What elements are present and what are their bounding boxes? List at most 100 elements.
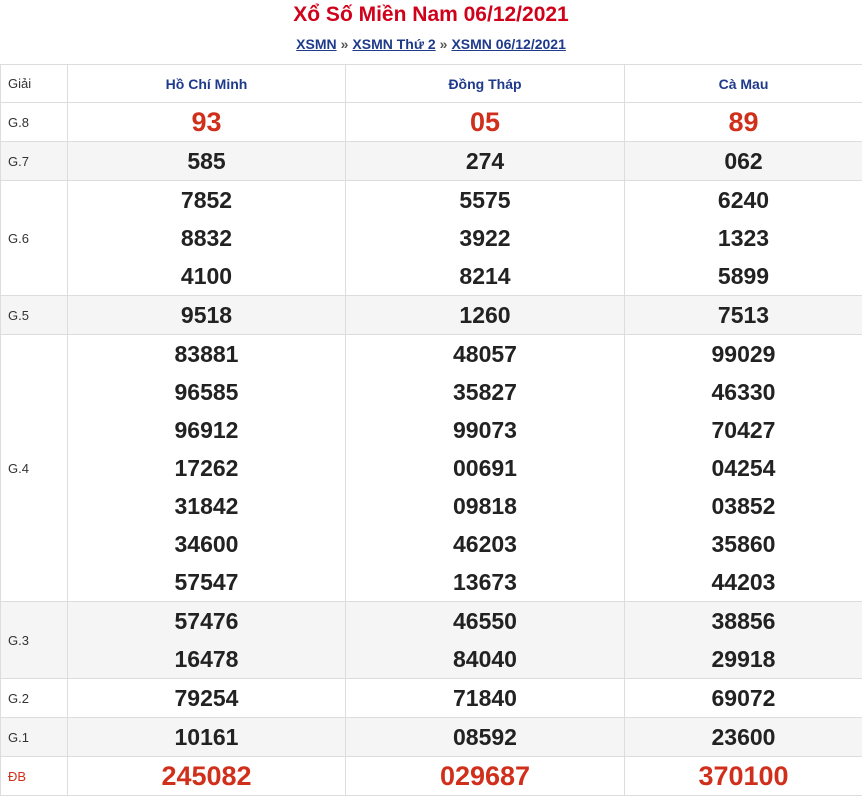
prize-cell: 99029 46330 70427 04254 03852 35860 44203 <box>624 334 862 602</box>
table-header-row: Giải Hồ Chí Minh Đồng Tháp Cà Mau <box>0 64 862 103</box>
lottery-number: 8214 <box>459 263 511 289</box>
prize-cell: 585 <box>67 141 346 181</box>
breadcrumb-link-xsmn-thu2[interactable]: XSMN Thứ 2 <box>352 36 435 52</box>
prize-cell: 05 <box>345 102 625 142</box>
table-row: ĐB 245082 029687 370100 <box>0 756 862 796</box>
lottery-number: 8832 <box>180 225 233 251</box>
province-header-ho-chi-minh[interactable]: Hồ Chí Minh <box>67 64 346 103</box>
prize-cell: 83881 96585 96912 17262 31842 34600 57547 <box>67 334 346 602</box>
prize-cell: 38856 29918 <box>624 601 862 679</box>
prize-cell: 08592 <box>345 717 625 757</box>
lottery-number: 3922 <box>459 225 511 251</box>
breadcrumb: XSMN» XSMN Thứ 2» XSMN 06/12/2021 <box>0 30 862 58</box>
lottery-number: 062 <box>724 148 763 174</box>
prize-cell: 69072 <box>624 678 862 718</box>
lottery-number: 44203 <box>711 569 776 595</box>
prize-cell: 6240 1323 5899 <box>624 180 862 296</box>
prize-cell: 7852 8832 4100 <box>67 180 346 296</box>
prize-cell: 5575 3922 8214 <box>345 180 625 296</box>
breadcrumb-separator: » <box>439 36 448 52</box>
lottery-number: 84040 <box>453 646 517 672</box>
prize-cell: 89 <box>624 102 862 142</box>
prize-cell: 062 <box>624 141 862 181</box>
lottery-number: 274 <box>465 148 505 174</box>
lottery-number: 09818 <box>453 493 517 519</box>
lottery-number: 029687 <box>439 761 531 791</box>
prize-label: G.5 <box>0 295 68 335</box>
prize-cell: 48057 35827 99073 00691 09818 46203 13673 <box>345 334 625 602</box>
lottery-number: 34600 <box>174 531 239 557</box>
lottery-number: 13673 <box>453 569 517 595</box>
lottery-number: 79254 <box>174 685 239 711</box>
prize-label: ĐB <box>0 756 68 796</box>
lottery-number: 31842 <box>174 493 239 519</box>
lottery-number: 03852 <box>711 493 776 519</box>
prize-cell: 245082 <box>67 756 346 796</box>
lottery-number: 370100 <box>698 761 789 791</box>
prize-cell: 7513 <box>624 295 862 335</box>
table-row: G.2 79254 71840 69072 <box>0 678 862 718</box>
table-row: G.3 57476 16478 46550 84040 38856 29918 <box>0 601 862 679</box>
prize-cell: 23600 <box>624 717 862 757</box>
lottery-number: 83881 <box>174 341 239 367</box>
lottery-number: 7513 <box>717 302 770 328</box>
lottery-number: 7852 <box>180 187 233 213</box>
lottery-number: 245082 <box>161 761 252 791</box>
lottery-number: 57547 <box>174 569 239 595</box>
lottery-number: 35860 <box>711 531 776 557</box>
prize-cell: 029687 <box>345 756 625 796</box>
lottery-number: 46203 <box>453 531 517 557</box>
lottery-number: 35827 <box>453 379 517 405</box>
lottery-number: 00691 <box>453 455 517 481</box>
lottery-number: 38856 <box>711 608 776 634</box>
lottery-number: 96585 <box>174 379 239 405</box>
province-header-ca-mau[interactable]: Cà Mau <box>624 64 862 103</box>
prize-cell: 93 <box>67 102 346 142</box>
prize-label: G.8 <box>0 102 68 142</box>
prize-label: G.2 <box>0 678 68 718</box>
prize-label: G.1 <box>0 717 68 757</box>
prize-cell: 1260 <box>345 295 625 335</box>
lottery-number: 71840 <box>453 685 517 711</box>
prize-label: G.7 <box>0 141 68 181</box>
lottery-number: 6240 <box>717 187 770 213</box>
table-row: G.4 83881 96585 96912 17262 31842 34600 57547 48… <box>0 334 862 602</box>
table-row: G.8 93 05 89 <box>0 102 862 142</box>
lottery-number: 04254 <box>711 455 776 481</box>
prize-cell: 9518 <box>67 295 346 335</box>
results-body: G.8 93 05 89 G.7 585 274 062 G.6 7852 8832 4100 5575… <box>0 102 862 796</box>
table-row: G.5 9518 1260 7513 <box>0 295 862 335</box>
lottery-number: 9518 <box>180 302 233 328</box>
lottery-number: 89 <box>728 107 759 137</box>
lottery-number: 70427 <box>711 417 776 443</box>
prize-column-header: Giải <box>0 64 68 103</box>
lottery-number: 4100 <box>180 263 233 289</box>
lottery-number: 93 <box>191 107 222 137</box>
lottery-number: 46330 <box>711 379 776 405</box>
results-table: Giải Hồ Chí Minh Đồng Tháp Cà Mau G.8 93 0… <box>0 64 862 796</box>
prize-cell: 370100 <box>624 756 862 796</box>
lottery-number: 99073 <box>453 417 517 443</box>
breadcrumb-link-xsmn-date[interactable]: XSMN 06/12/2021 <box>451 36 565 52</box>
lottery-number: 46550 <box>453 608 517 634</box>
lottery-number: 23600 <box>711 724 776 750</box>
prize-cell: 274 <box>345 141 625 181</box>
prize-cell: 79254 <box>67 678 346 718</box>
prize-cell: 46550 84040 <box>345 601 625 679</box>
lottery-number: 5575 <box>459 187 511 213</box>
lottery-number: 48057 <box>453 341 517 367</box>
lottery-number: 1323 <box>717 225 770 251</box>
prize-label: G.6 <box>0 180 68 296</box>
lottery-number: 57476 <box>174 608 239 634</box>
province-header-dong-thap[interactable]: Đồng Tháp <box>345 64 625 103</box>
table-row: G.1 10161 08592 23600 <box>0 717 862 757</box>
lottery-number: 5899 <box>717 263 770 289</box>
breadcrumb-link-xsmn[interactable]: XSMN <box>296 36 336 52</box>
prize-cell: 71840 <box>345 678 625 718</box>
lottery-number: 96912 <box>174 417 239 443</box>
lottery-number: 29918 <box>711 646 776 672</box>
page-title: Xổ Số Miền Nam 06/12/2021 <box>293 3 569 26</box>
prize-label: G.4 <box>0 334 68 602</box>
table-row: G.7 585 274 062 <box>0 141 862 181</box>
lottery-number: 585 <box>187 148 226 174</box>
